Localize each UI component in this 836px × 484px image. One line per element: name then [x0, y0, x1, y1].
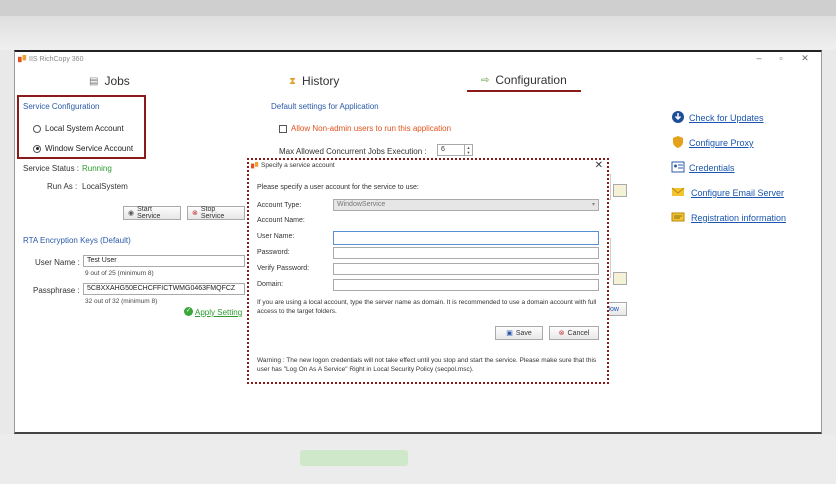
max-jobs-value: 6	[441, 146, 445, 153]
start-icon: ◉	[128, 210, 135, 217]
tab-bar: ▤ Jobs ⧗ History ⇨ Configuration	[15, 70, 615, 92]
background-top	[0, 0, 836, 50]
tab-history-label: History	[302, 74, 340, 88]
allow-nonadmin-box	[279, 124, 287, 133]
domain-input[interactable]	[333, 279, 599, 291]
save-label: Save	[515, 329, 532, 337]
window-service-label: Window Service Account	[45, 144, 134, 153]
update-icon	[672, 111, 684, 123]
registration-link[interactable]: Registration information	[691, 213, 786, 223]
background-pill	[300, 450, 408, 466]
account-name-label: Account Name:	[257, 217, 305, 224]
account-type-select: WindowService ▾	[333, 199, 599, 211]
background-top-bar	[0, 0, 836, 16]
local-system-label: Local System Account	[45, 124, 124, 133]
service-config-title: Service Configuration	[23, 102, 100, 111]
cancel-button[interactable]: ⊗ Cancel	[549, 326, 599, 340]
rta-passphrase-label: Passphrase :	[33, 286, 80, 295]
email-icon	[671, 187, 685, 196]
rta-username-count: 9 out of 25 (minimum 8)	[85, 270, 154, 277]
dialog-prompt: Please specify a user account for the se…	[257, 184, 419, 191]
username-input[interactable]	[333, 231, 599, 245]
stop-service-label: Stop Service	[200, 206, 225, 220]
service-account-dialog: Specify a service account ✕ Please speci…	[247, 158, 609, 384]
app-title: IIS RichCopy 360	[29, 56, 84, 63]
app-window: IIS RichCopy 360 – ▫ ✕ ▤ Jobs ⧗ History …	[14, 50, 822, 434]
start-service-label: Start Service	[137, 206, 161, 220]
rta-passphrase-count: 32 out of 32 (minimum 8)	[85, 298, 158, 305]
tab-configuration[interactable]: ⇨ Configuration	[467, 70, 581, 92]
warning-note: Warning : The new logon credentials will…	[257, 357, 597, 373]
stepper-arrows-icon[interactable]: ▲ ▼	[464, 145, 472, 155]
password-input[interactable]	[333, 247, 599, 259]
max-jobs-stepper[interactable]: 6 ▲ ▼	[437, 144, 473, 156]
apply-setting-link[interactable]: Apply Setting	[195, 308, 242, 317]
window-service-radio-dot	[33, 144, 41, 153]
verify-password-label: Verify Password:	[257, 265, 310, 272]
local-system-radio[interactable]: Local System Account	[33, 124, 124, 133]
check-updates-link[interactable]: Check for Updates	[689, 113, 764, 123]
domain-label: Domain:	[257, 281, 284, 288]
browse-folder-icon-middle[interactable]	[613, 272, 627, 285]
history-icon: ⧗	[289, 75, 297, 87]
local-system-radio-dot	[33, 124, 41, 133]
rta-username-field[interactable]: Test User	[83, 255, 245, 267]
run-as-label: Run As :	[47, 182, 78, 191]
configure-email-link[interactable]: Configure Email Server	[691, 188, 784, 198]
rta-title: RTA Encryption Keys (Default)	[23, 236, 131, 245]
minimize-icon[interactable]: –	[749, 53, 769, 63]
apply-check-icon: ✓	[184, 307, 193, 316]
run-as-value: LocalSystem	[82, 182, 128, 191]
password-label: Password:	[257, 249, 290, 256]
dialog-close-icon[interactable]: ✕	[595, 160, 603, 171]
rta-passphrase-field[interactable]: 5CBXXAHG50ECHCFFICTWMG0463FMQFCZ	[83, 283, 245, 295]
account-type-label: Account Type:	[257, 202, 302, 209]
service-status-label: Service Status :	[23, 164, 80, 173]
allow-nonadmin-checkbox[interactable]: Allow Non-admin users to run this applic…	[279, 124, 451, 133]
dialog-title-bar: Specify a service account ✕	[249, 160, 607, 172]
tab-jobs[interactable]: ▤ Jobs	[89, 70, 130, 92]
dialog-app-icon	[251, 162, 259, 169]
browse-folder-icon-top[interactable]	[613, 184, 627, 197]
start-service-button[interactable]: ◉ Start Service	[123, 206, 181, 220]
verify-password-input[interactable]	[333, 263, 599, 275]
domain-note: If you are using a local account, type t…	[257, 299, 597, 315]
rta-username-label: User Name :	[35, 258, 80, 267]
dialog-title: Specify a service account	[261, 162, 335, 169]
tab-configuration-label: Configuration	[495, 73, 567, 87]
close-icon[interactable]: ✕	[795, 53, 815, 64]
allow-nonadmin-label: Allow Non-admin users to run this applic…	[291, 124, 452, 133]
app-logo-icon	[18, 55, 27, 63]
tab-history[interactable]: ⧗ History	[289, 70, 339, 92]
save-icon: ▣	[506, 330, 513, 337]
configure-proxy-link[interactable]: Configure Proxy	[689, 138, 754, 148]
background-bottom	[0, 434, 836, 484]
cancel-label: Cancel	[567, 329, 590, 337]
save-button[interactable]: ▣ Save	[495, 326, 543, 340]
shield-icon	[673, 136, 683, 148]
max-jobs-label: Max Allowed Concurrent Jobs Execution :	[279, 147, 427, 156]
cancel-icon: ⊗	[558, 330, 565, 337]
configuration-icon: ⇨	[481, 74, 490, 86]
credentials-link[interactable]: Credentials	[689, 163, 735, 173]
tab-jobs-label: Jobs	[104, 74, 130, 88]
jobs-icon: ▤	[89, 75, 99, 87]
title-bar: IIS RichCopy 360 – ▫ ✕	[15, 52, 821, 68]
account-type-value: WindowService	[337, 201, 386, 208]
stop-service-button[interactable]: ⊗ Stop Service	[187, 206, 245, 220]
username-label: User Name:	[257, 233, 295, 240]
maximize-icon[interactable]: ▫	[771, 53, 791, 63]
defaults-title: Default settings for Application	[271, 102, 379, 111]
chevron-down-icon: ▾	[591, 202, 595, 208]
stop-icon: ⊗	[192, 210, 198, 217]
window-service-radio[interactable]: Window Service Account	[33, 144, 133, 153]
registration-icon	[671, 212, 685, 222]
service-status-value: Running	[82, 164, 112, 173]
credentials-icon	[671, 161, 685, 173]
